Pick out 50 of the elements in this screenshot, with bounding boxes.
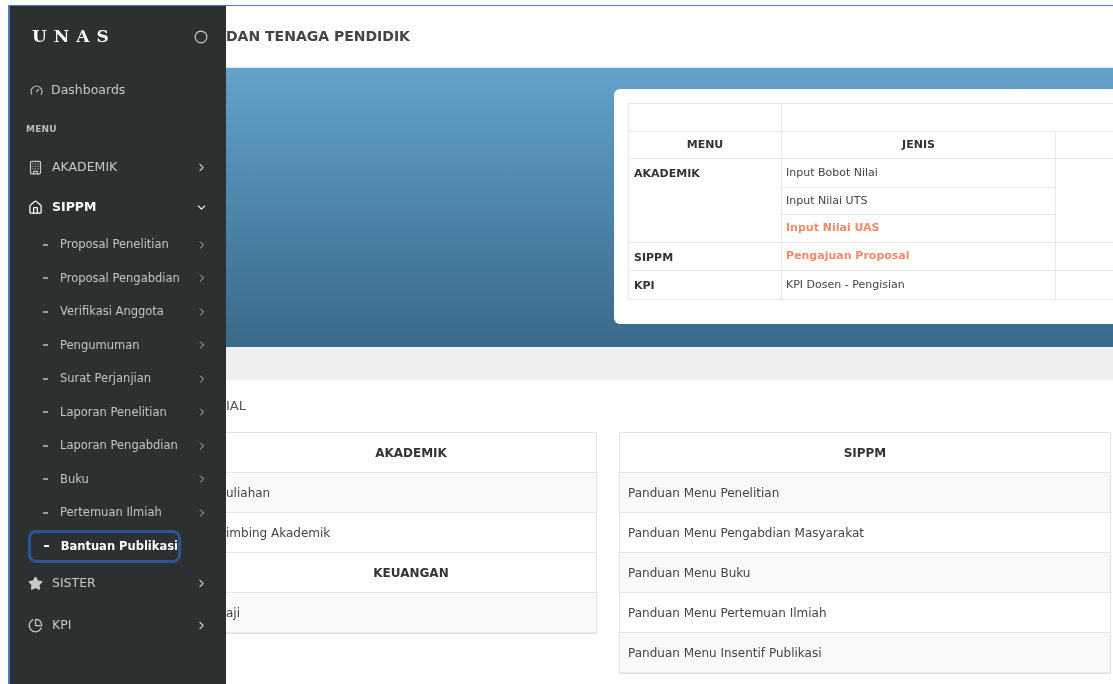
dash-icon [43,243,48,246]
dash-icon [43,277,48,280]
table-cell: Input Bobot Nilai [786,164,878,181]
section-title: IAL [226,397,246,416]
table-cell: AKADEMIK [634,167,700,180]
gauge-icon [30,83,43,97]
dash-icon [43,344,48,347]
submenu-item[interactable]: Bantuan Publikasi [28,529,181,563]
submenu-item[interactable]: Proposal Pengabdian [37,261,226,295]
section-label: MENU [26,123,57,137]
dash-icon [43,478,48,481]
table-cell: Panduan Menu Buku [620,553,1110,593]
dash-icon [43,444,48,447]
submenu-item[interactable]: Proposal Penelitian [37,228,226,262]
dash-icon [43,545,49,548]
submenu-item[interactable]: Verifikasi Anggota [37,295,226,329]
sidebar-item[interactable]: SISTER [10,563,226,603]
submenu-item[interactable]: Surat Perjanjian [37,362,226,396]
submenu-item[interactable]: Laporan Penelitian [37,395,226,429]
dash-icon [43,511,48,514]
table-cell-text: Input Nilai UAS [786,220,880,236]
sidebar-item[interactable]: AKADEMIK [10,148,226,186]
table-cell: KPI Dosen - Pengisian [786,276,905,293]
star-icon [28,575,43,591]
sidebar-item[interactable]: KPI [10,603,226,647]
house-icon [28,199,43,215]
pie-chart-icon [28,617,43,633]
submenu-item[interactable]: Laporan Pengabdian [37,429,226,463]
dash-icon [43,377,48,380]
column-header: MENU [629,132,782,159]
logo: UNAS [32,25,116,49]
sidebar-item[interactable]: Dashboards [10,68,226,112]
submenu-item[interactable]: Pengumuman [37,328,226,362]
table-cell: uliahan [226,473,596,513]
table-cell: SIPPM [634,250,674,264]
table-cell: Input Nilai UTS [786,192,868,209]
building-icon [28,159,43,175]
dash-icon [43,411,48,414]
table-cell: Panduan Menu Penelitian [620,473,1110,513]
submenu-item[interactable]: Buku [37,462,226,496]
table-cell: aji [226,593,596,633]
dash-icon [43,310,48,313]
toggle-icon[interactable] [194,30,208,44]
sidebar-item[interactable]: SIPPM [10,186,226,228]
table-cell: KPI [634,279,655,292]
column-header: JENIS [782,132,1056,159]
table-cell: Panduan Menu Insentif Publikasi [620,633,1110,673]
page-title: DAN TENAGA PENDIDIK [226,27,410,46]
table-cell-text: Pengajuan Proposal [786,248,910,264]
submenu-item[interactable]: Pertemuan Ilmiah [37,496,226,530]
